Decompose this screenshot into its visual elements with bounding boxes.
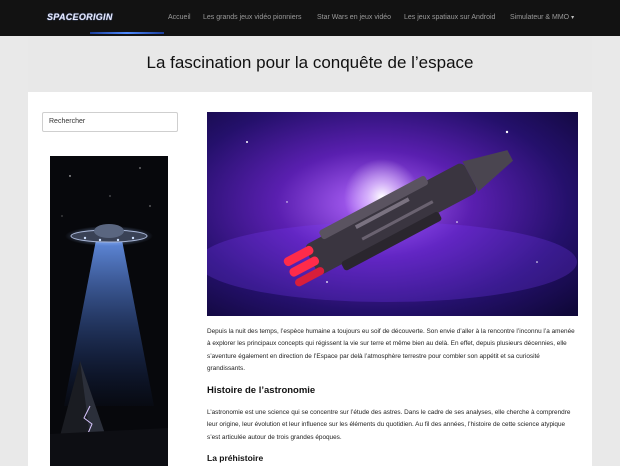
nav-item-jeux-android[interactable]: Les jeux spatiaux sur Android	[404, 14, 495, 21]
top-navbar: SPACEORIGIN Accueil Les grands jeux vidé…	[0, 0, 620, 36]
section-heading-prehistoire: La préhistoire	[207, 453, 264, 463]
page-header: La fascination pour la conquête de l’esp…	[28, 36, 592, 92]
page-title: La fascination pour la conquête de l’esp…	[146, 53, 474, 72]
nav-item-accueil[interactable]: Accueil	[168, 14, 191, 21]
nav-item-simulateur-mmo[interactable]: Simulateur & MMO ▾	[510, 14, 574, 21]
nav-item-star-wars[interactable]: Star Wars en jeux vidéo	[317, 14, 391, 21]
featured-spaceship-image	[207, 112, 578, 316]
section-heading-astronomie: Histoire de l’astronomie	[207, 385, 316, 396]
logo-underline	[90, 32, 164, 34]
site-logo-text[interactable]: SPACEORIGIN	[47, 12, 113, 22]
article-intro: Depuis la nuit des temps, l’espèce humai…	[207, 328, 575, 372]
chevron-down-icon: ▾	[571, 15, 575, 21]
search-input[interactable]: Rechercher	[42, 112, 178, 132]
main-content: Rechercher Depuis la nuit des temps, l’e…	[28, 92, 592, 466]
article-paragraph-astronomie: L’astronomie est une science qui se conc…	[207, 409, 571, 441]
nav-item-jeux-pionniers[interactable]: Les grands jeux vidéo pionniers	[203, 14, 301, 21]
sidebar-ufo-image	[50, 156, 168, 466]
nav-item-simulateur-label: Simulateur & MMO	[510, 14, 570, 21]
